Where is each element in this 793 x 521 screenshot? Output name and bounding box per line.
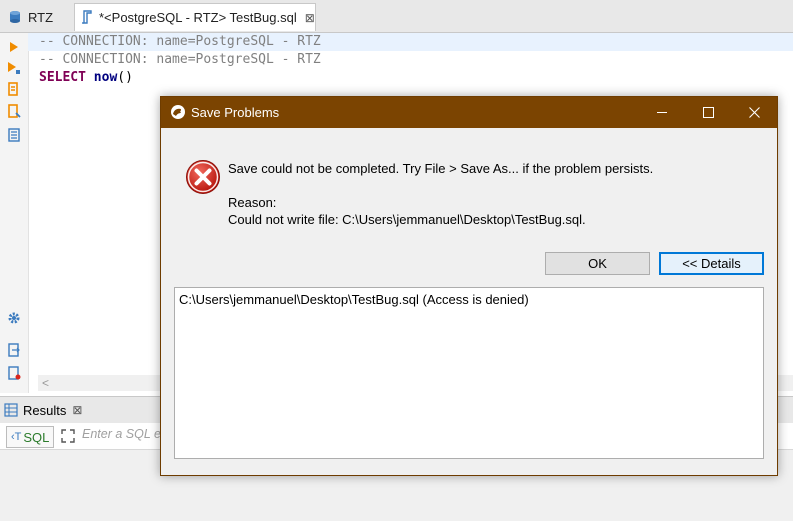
error-message: Save could not be completed. Try File > … [228, 161, 654, 176]
maximize-icon[interactable] [685, 97, 731, 128]
sql-button-label: SQL [23, 429, 50, 445]
dialog-title: Save Problems [191, 105, 280, 120]
minimize-icon[interactable] [639, 97, 685, 128]
execute-script-icon[interactable] [6, 60, 22, 76]
export-log-icon[interactable] [6, 365, 22, 381]
reason-label: Reason: [228, 195, 277, 210]
filter-input[interactable]: Enter a SQL expression to filter results [82, 427, 162, 441]
code-line-1: -- CONNECTION: name=PostgreSQL - RTZ [28, 33, 793, 51]
tab-testbug-sql[interactable]: *<PostgreSQL - RTZ> TestBug.sql ⊠ [74, 3, 316, 31]
code-line-3: SELECT now() [39, 69, 793, 87]
details-button[interactable]: << Details [659, 252, 764, 275]
results-tab-label: Results [23, 402, 67, 418]
export-icon[interactable] [6, 342, 22, 358]
details-text: C:\Users\jemmanuel\Desktop\TestBug.sql (… [179, 292, 529, 307]
database-icon [8, 10, 22, 24]
close-icon[interactable] [731, 97, 777, 128]
tab-label: RTZ [28, 9, 54, 25]
tab-results[interactable]: Results ⊠ [4, 399, 82, 421]
error-icon [185, 159, 221, 198]
explain-plan-icon[interactable] [6, 81, 22, 97]
sql-filter-button[interactable]: ‹T SQL [6, 426, 55, 448]
save-problems-dialog: Save Problems Save could not be complete… [160, 96, 778, 476]
scroll-left-icon[interactable]: < [42, 376, 49, 390]
load-plan-icon[interactable] [6, 103, 22, 119]
code-line-2: -- CONNECTION: name=PostgreSQL - RTZ [39, 52, 321, 67]
reason-text: Could not write file: C:\Users\jemmanuel… [228, 212, 586, 227]
close-results-icon[interactable]: ⊠ [72, 403, 82, 417]
dialog-titlebar[interactable]: Save Problems [161, 97, 777, 128]
sql-file-icon [81, 10, 93, 25]
grid-icon [4, 403, 18, 417]
execute-statement-icon[interactable] [6, 39, 22, 55]
editor-tab-strip: RTZ *<PostgreSQL - RTZ> TestBug.sql ⊠ [0, 0, 793, 33]
sql-keyword: SELECT [39, 70, 86, 85]
sql-parens: () [117, 70, 133, 85]
close-tab-icon[interactable]: ⊠ [305, 11, 315, 25]
tab-rtz[interactable]: RTZ [4, 3, 74, 31]
dbeaver-icon [170, 104, 186, 123]
settings-icon[interactable] [6, 310, 22, 326]
tab-label: *<PostgreSQL - RTZ> TestBug.sql [99, 10, 297, 25]
sql-function: now [93, 70, 118, 85]
details-text-area[interactable]: C:\Users\jemmanuel\Desktop\TestBug.sql (… [174, 287, 764, 459]
expand-icon[interactable] [60, 428, 76, 447]
script-icon[interactable] [6, 127, 22, 143]
code-area[interactable]: -- CONNECTION: name=PostgreSQL - RTZ -- … [28, 33, 793, 87]
text-cursor-icon: ‹T [11, 431, 22, 443]
editor-toolbar [0, 33, 29, 393]
ok-button[interactable]: OK [545, 252, 650, 275]
